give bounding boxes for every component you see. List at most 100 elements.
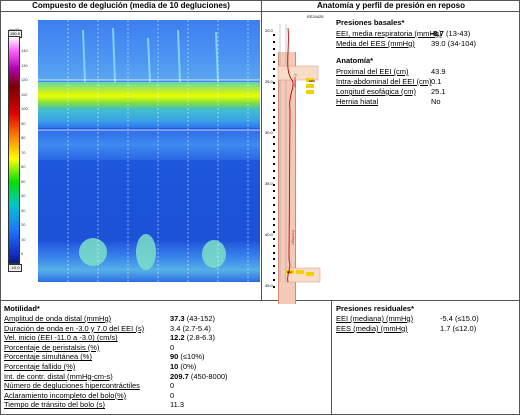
anatomy-row-value: 0.1: [431, 77, 442, 86]
depth-marker: [273, 129, 275, 132]
motility-row-value: 12.2 (2.8-6.3): [170, 333, 216, 343]
colorbar-tick: 10: [21, 236, 26, 242]
motility-row-label: Porcentaje simultánea (%): [4, 352, 92, 362]
depth-marker: [273, 47, 275, 50]
depth-marker: [273, 163, 275, 166]
esophagus-label: Esófago: [291, 230, 296, 245]
residual-les-value: -5.4 (≤15.0): [440, 314, 479, 323]
basal-les-label: EEI, media respiratoria (mmHg): [336, 29, 442, 38]
depth-marker: [273, 176, 275, 179]
residual-les-label: EEI (mediana) (mmHg): [336, 314, 414, 323]
motility-row-label: Tiempo de tránsito del bolo (s): [4, 400, 106, 410]
colorbar-tick: 20: [21, 222, 26, 227]
motility-row-label: Porcentaje fallido (%): [4, 362, 76, 371]
motility-title: Motilidad*: [4, 304, 40, 313]
anatomy-panel: EE24425 Faringe EES Esófago EEI 20.0 25.0…: [262, 14, 332, 304]
motility-row-label: Porcentaje de peristalsis (%): [4, 342, 100, 352]
depth-marker: [273, 61, 275, 64]
basal-ues-label: Media del EES (mmHg): [336, 39, 415, 48]
depth-label: 30.0: [265, 130, 273, 135]
colorbar-tick: 90: [21, 120, 26, 126]
ues-label: EES: [309, 79, 315, 83]
depth-marker: [273, 197, 275, 200]
depth-marker: [273, 40, 275, 43]
motility-row-label: Número de degluciones hipercontráctiles: [4, 381, 140, 391]
residual-ues-label: EES (media) (mmHg): [336, 324, 408, 333]
depth-marker: [273, 68, 275, 70]
anatomy-row-label: Proximal del EEI (cm): [336, 67, 409, 76]
divider: [331, 300, 332, 415]
depth-marker: [273, 278, 275, 281]
residual-ues-value: 1.7 (≤12.0): [440, 324, 477, 333]
depth-marker: [273, 183, 275, 186]
motility-row-value: 209.7 (450-8000): [170, 371, 228, 381]
les-label: EEI: [287, 270, 292, 274]
motility-row-value: 0: [170, 342, 175, 352]
colorbar-tick: 40: [21, 193, 26, 198]
motility-row-value: 0: [170, 390, 175, 400]
motility-row-value: 90 (≤10%): [170, 352, 205, 362]
anatomy-id: EE24425: [307, 14, 324, 19]
depth-label: 45.0: [265, 283, 273, 288]
depth-marker: [273, 231, 275, 234]
anatomy-row-label: Intra-abdominal del EEI (cm): [336, 77, 432, 86]
plot-overlay: [38, 20, 260, 282]
depth-marker: [273, 136, 275, 138]
motility-row-value: 0: [170, 381, 175, 391]
colorbar: [8, 36, 20, 264]
depth-marker: [273, 88, 275, 91]
colorbar-tick: 70: [21, 149, 26, 155]
colorbar-tick: 130: [21, 62, 28, 68]
depth-marker: [273, 217, 275, 220]
motility-row-label: Duración de onda en -3.0 y 7.0 del EEI (…: [4, 323, 145, 333]
depth-label: 35.0: [265, 181, 273, 186]
motility-row-value: 11.3: [170, 400, 185, 410]
basal-les-value: -8.7 (13-43): [431, 29, 471, 38]
colorbar-tick: 140: [21, 48, 28, 53]
anatomy-section-title: Anatomía*: [336, 56, 374, 65]
colorbar-tick: 100: [21, 106, 28, 111]
colorbar-tick: 50: [21, 178, 26, 184]
motility-row-label: Amplitud de onda distal (mmHg): [4, 314, 112, 323]
basal-pressures-title: Presiones basales*: [336, 18, 405, 27]
depth-marker: [273, 74, 275, 77]
depth-marker: [273, 244, 275, 247]
colorbar-min: -10.0: [8, 264, 22, 272]
pressure-topography-plot: [38, 20, 260, 282]
depth-marker: [273, 81, 275, 84]
motility-row-value: 37.3 (43-152): [170, 314, 216, 323]
anatomy-row-label: Longitud esofágica (cm): [336, 87, 417, 96]
depth-marker: [273, 190, 275, 193]
motility-row-label: Int. de contr. distal (mmHg-cm-s): [4, 371, 113, 381]
depth-marker: [273, 108, 275, 111]
depth-marker: [273, 156, 275, 159]
depth-marker: [273, 34, 275, 36]
depth-marker: [273, 272, 275, 274]
depth-marker: [273, 142, 275, 145]
depth-marker: [273, 251, 275, 254]
colorbar-tick: 120: [21, 77, 28, 82]
anatomy-row-value: 25.1: [431, 87, 446, 96]
anatomy-row-value: 43.9: [431, 67, 446, 76]
depth-marker: [273, 204, 275, 206]
motility-row-label: Vel. inicio (EEI -11.0 a -3.0) (cm/s): [4, 333, 118, 343]
depth-marker: [273, 285, 275, 288]
motility-row-value: 3.4 (2.7-5.4): [170, 323, 211, 333]
depth-marker: [273, 149, 275, 152]
depth-marker: [273, 102, 275, 104]
depth-marker: [273, 122, 275, 125]
anatomy-row-label: Hernia hiatal: [336, 97, 379, 106]
depth-marker: [273, 265, 275, 268]
depth-marker: [273, 115, 275, 118]
depth-marker: [273, 170, 275, 172]
anatomy-row-value: No: [431, 97, 441, 106]
colorbar-tick: 0: [21, 251, 24, 256]
depth-marker: [273, 224, 275, 227]
divider: [0, 300, 520, 301]
depth-label: 25.0: [265, 79, 273, 84]
motility-row-label: Aclaramiento incompleto del bolo(%): [4, 390, 127, 400]
basal-ues-value: 39.0 (34-104): [431, 39, 477, 48]
pharynx-label: Faringe: [293, 74, 298, 88]
colorbar-tick: 80: [21, 135, 26, 140]
composite-title: Compuesto de deglución (media de 10 degl…: [0, 0, 262, 12]
